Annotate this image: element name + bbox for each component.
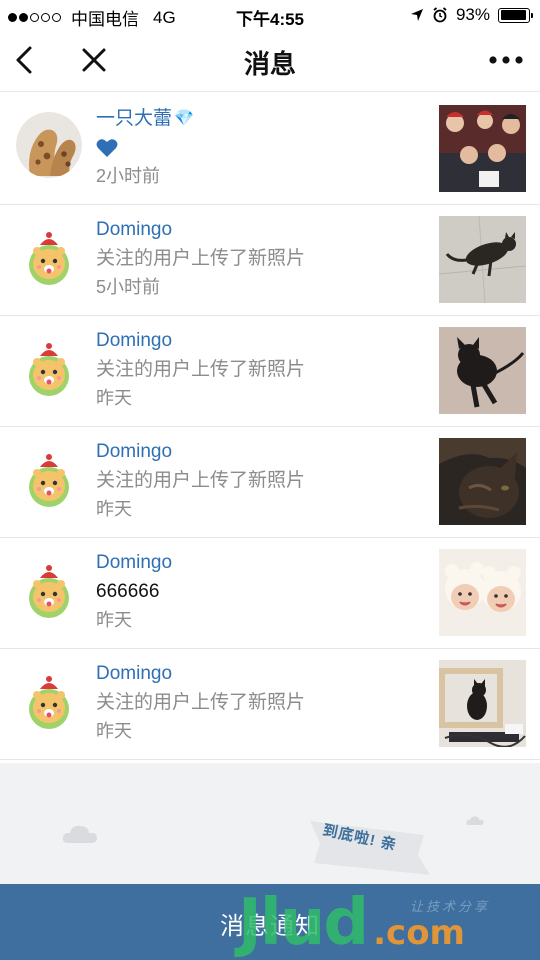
avatar[interactable] xyxy=(16,445,82,511)
photo-thumbnail[interactable] xyxy=(439,549,526,636)
sender-name-text: 一只大蕾 xyxy=(96,108,173,129)
battery-percentage: 93% xyxy=(455,5,490,24)
location-arrow-icon xyxy=(410,9,423,21)
message-item[interactable]: Domingo 关注的用户上传了新照片 5小时前 xyxy=(0,205,540,316)
message-text xyxy=(96,133,426,162)
message-body: Domingo 关注的用户上传了新照片 昨天 xyxy=(96,437,426,524)
message-item[interactable]: Domingo 666666 昨天 xyxy=(0,538,540,649)
back-button[interactable] xyxy=(8,42,44,78)
photo-thumbnail[interactable] xyxy=(439,660,526,747)
message-body: Domingo 关注的用户上传了新照片 5小时前 xyxy=(96,215,426,302)
message-item[interactable]: 一只大蕾 💎 2小时前 xyxy=(0,94,540,205)
avatar[interactable] xyxy=(16,112,82,178)
photo-thumbnail[interactable] xyxy=(439,216,526,303)
sender-name[interactable]: 一只大蕾 💎 xyxy=(96,104,426,133)
message-body: 一只大蕾 💎 2小时前 xyxy=(96,104,426,191)
close-icon xyxy=(82,48,106,72)
photo-thumbnail[interactable] xyxy=(439,105,526,192)
end-of-list-area: 到底啦! 亲 xyxy=(0,763,540,884)
status-right: 93% xyxy=(410,5,533,25)
message-text: 关注的用户上传了新照片 xyxy=(96,692,306,713)
sender-name-text: Domingo xyxy=(96,663,173,684)
watermark-subtitle: 让技术分享 xyxy=(410,899,491,914)
alarm-clock-icon xyxy=(433,7,447,23)
chevron-left-icon xyxy=(16,46,32,74)
message-list: 一只大蕾 💎 2小时前 Domingo 关注的用户上传了新照片 5小时前 Dom… xyxy=(0,94,540,760)
message-body: Domingo 关注的用户上传了新照片 昨天 xyxy=(96,326,426,413)
message-item[interactable]: Domingo 关注的用户上传了新照片 昨天 xyxy=(0,316,540,427)
sender-name-text: Domingo xyxy=(96,219,173,240)
message-item[interactable]: Domingo 关注的用户上传了新照片 昨天 xyxy=(0,427,540,538)
photo-thumbnail[interactable] xyxy=(439,327,526,414)
message-body: Domingo 关注的用户上传了新照片 昨天 xyxy=(96,659,426,746)
message-text: 666666 xyxy=(96,581,160,602)
heart-icon xyxy=(96,138,118,157)
message-item[interactable]: Domingo 关注的用户上传了新照片 昨天 xyxy=(0,649,540,760)
message-text: 关注的用户上传了新照片 xyxy=(96,359,306,380)
status-bar: 中国电信 4G 下午4:55 93% xyxy=(0,0,540,30)
battery-level xyxy=(500,10,526,20)
navigation-bar: 消息 xyxy=(0,30,540,92)
sender-name-text: Domingo xyxy=(96,441,173,462)
message-time: 2小时前 xyxy=(96,166,161,186)
photo-thumbnail[interactable] xyxy=(439,438,526,525)
message-time: 5小时前 xyxy=(96,277,161,297)
more-icon xyxy=(489,56,523,64)
message-body: Domingo 666666 昨天 xyxy=(96,548,426,635)
avatar[interactable] xyxy=(16,667,82,733)
sender-name[interactable]: Domingo xyxy=(96,659,426,688)
cloud-icon xyxy=(466,816,484,825)
avatar[interactable] xyxy=(16,334,82,400)
sender-name-text: Domingo xyxy=(96,330,173,351)
message-text: 关注的用户上传了新照片 xyxy=(96,470,306,491)
battery-icon xyxy=(498,7,533,23)
message-time: 昨天 xyxy=(96,610,132,630)
message-time: 昨天 xyxy=(96,388,132,408)
message-text: 关注的用户上传了新照片 xyxy=(96,248,306,269)
more-button[interactable] xyxy=(486,44,526,76)
diamond-emoji: 💎 xyxy=(174,110,194,127)
sender-name[interactable]: Domingo xyxy=(96,437,426,466)
avatar[interactable] xyxy=(16,223,82,289)
sender-name[interactable]: Domingo xyxy=(96,215,426,244)
close-button[interactable] xyxy=(76,42,112,78)
message-time: 昨天 xyxy=(96,721,132,741)
sender-name[interactable]: Domingo xyxy=(96,548,426,577)
message-time: 昨天 xyxy=(96,499,132,519)
sender-name[interactable]: Domingo xyxy=(96,326,426,355)
avatar[interactable] xyxy=(16,556,82,622)
cloud-icon xyxy=(62,825,97,843)
sender-name-text: Domingo xyxy=(96,552,173,573)
